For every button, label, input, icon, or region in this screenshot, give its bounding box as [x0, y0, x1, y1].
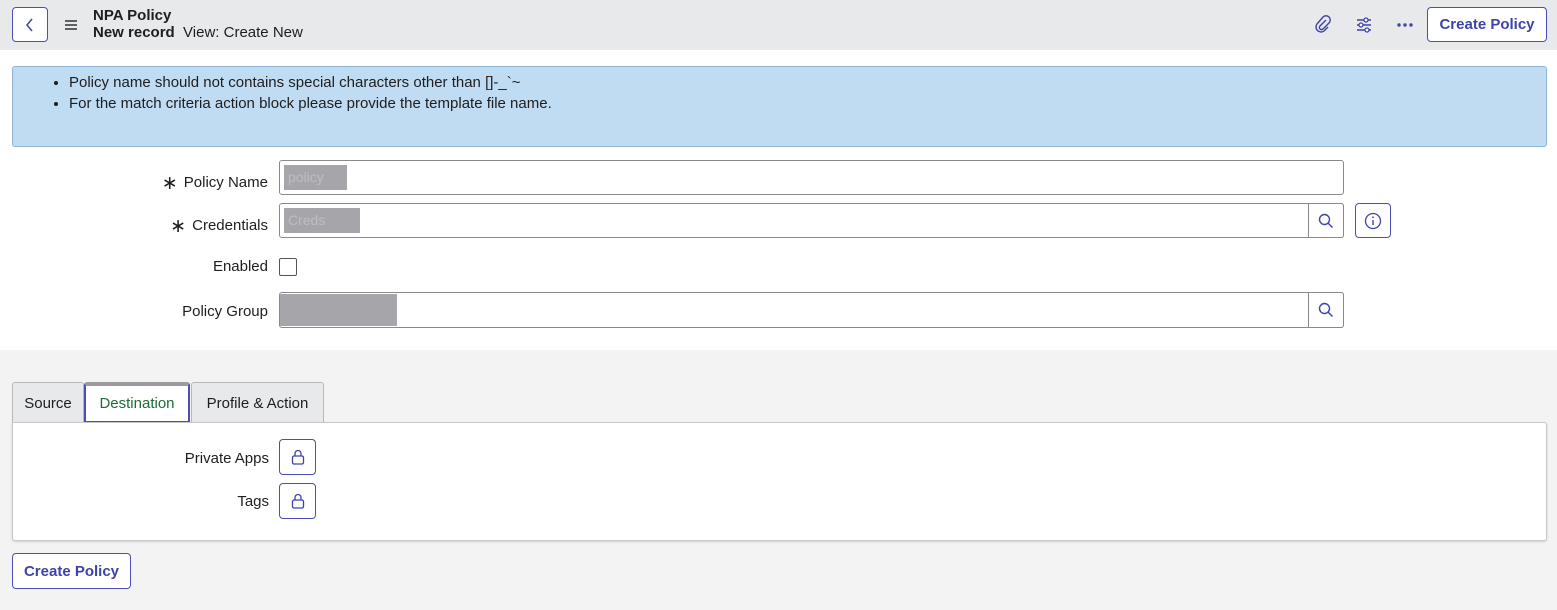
more-dots-icon [1397, 23, 1413, 27]
lock-icon [291, 449, 304, 465]
form-header: NPA Policy New record View: Create New C… [0, 0, 1557, 50]
policy-group-lookup-button[interactable] [1308, 292, 1344, 328]
required-asterisk-icon: ∗ [170, 216, 187, 237]
enabled-checkbox[interactable] [279, 258, 297, 276]
page-title: NPA Policy [93, 7, 172, 24]
chevron-left-icon [26, 18, 33, 31]
policy-group-input[interactable] [279, 292, 1344, 328]
attachment-button[interactable] [1312, 14, 1334, 36]
info-banner: Policy name should not contains special … [12, 66, 1547, 147]
credentials-value: Creds [284, 208, 360, 233]
required-asterisk-icon: ∗ [161, 173, 178, 194]
view-label: View: Create New [183, 24, 303, 41]
search-icon [1318, 213, 1333, 228]
personalize-form-button[interactable] [1353, 14, 1375, 36]
info-list: Policy name should not contains special … [69, 72, 1546, 114]
paperclip-icon [1315, 15, 1331, 33]
policy-name-label: ∗ Policy Name [100, 170, 268, 194]
credentials-info-button[interactable] [1355, 203, 1391, 238]
policy-group-label: Policy Group [182, 303, 268, 320]
enabled-label: Enabled [212, 258, 268, 275]
private-apps-label: Private Apps [184, 450, 269, 467]
tab-destination[interactable]: Destination [84, 382, 190, 423]
sliders-icon [1357, 17, 1371, 33]
tags-label: Tags [237, 493, 269, 510]
hamburger-menu-icon[interactable] [62, 16, 80, 34]
credentials-label-text: Credentials [192, 217, 268, 234]
policy-name-value: policy [284, 165, 347, 190]
destination-tab-panel: Private Apps Tags [12, 422, 1547, 541]
credentials-label: ∗ Credentials [100, 213, 268, 237]
policy-name-label-text: Policy Name [183, 174, 268, 191]
private-apps-unlock-button[interactable] [279, 439, 316, 475]
tab-profile-action[interactable]: Profile & Action [191, 382, 324, 423]
more-options-button[interactable] [1394, 14, 1416, 36]
header-create-policy-button[interactable]: Create Policy [1427, 7, 1547, 42]
footer-create-policy-button[interactable]: Create Policy [12, 553, 131, 589]
search-icon [1318, 302, 1333, 317]
tags-unlock-button[interactable] [279, 483, 316, 519]
policy-name-input[interactable]: policy [279, 160, 1344, 195]
info-item: For the match criteria action block plea… [69, 93, 1546, 114]
info-item: Policy name should not contains special … [69, 72, 1546, 93]
back-button[interactable] [12, 7, 48, 42]
tab-source[interactable]: Source [12, 382, 84, 423]
credentials-lookup-button[interactable] [1308, 203, 1344, 238]
form-body: Policy name should not contains special … [0, 50, 1557, 350]
record-title-block: NPA Policy New record View: Create New [93, 7, 303, 41]
record-state: New record [93, 24, 175, 41]
lock-icon [291, 493, 304, 509]
record-subtitle: New record View: Create New [93, 24, 303, 41]
credentials-input[interactable]: Creds [279, 203, 1344, 238]
policy-group-value [280, 294, 397, 326]
info-circle-icon [1364, 212, 1382, 229]
